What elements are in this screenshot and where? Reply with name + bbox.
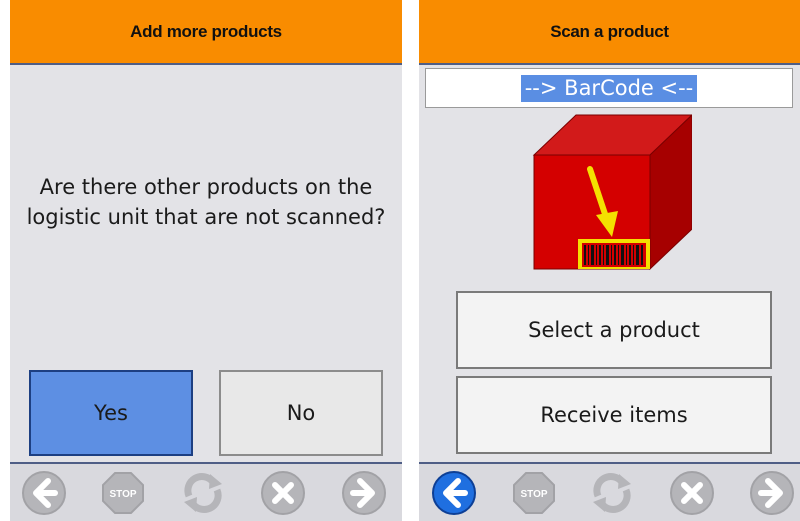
- bottom-nav-bar: STOP: [10, 462, 402, 521]
- refresh-icon[interactable]: [180, 470, 226, 516]
- barcode-input[interactable]: --> BarCode <--: [425, 68, 793, 108]
- header: Scan a product: [419, 0, 800, 65]
- header: Add more products: [10, 0, 402, 65]
- barcode-value: --> BarCode <--: [520, 74, 698, 102]
- cancel-icon[interactable]: [669, 470, 715, 516]
- svg-text:STOP: STOP: [520, 489, 547, 500]
- back-arrow-icon[interactable]: [431, 470, 477, 516]
- stop-icon[interactable]: STOP: [100, 470, 146, 516]
- refresh-icon[interactable]: [589, 470, 635, 516]
- forward-arrow-icon[interactable]: [749, 470, 795, 516]
- back-arrow-icon[interactable]: [21, 470, 67, 516]
- yes-button[interactable]: Yes: [29, 370, 193, 456]
- stop-icon[interactable]: STOP: [511, 470, 557, 516]
- forward-arrow-icon[interactable]: [341, 470, 387, 516]
- no-button[interactable]: No: [219, 370, 383, 456]
- receive-items-button[interactable]: Receive items: [456, 376, 772, 454]
- add-more-products-screen: Add more products Are there other produc…: [10, 0, 402, 521]
- barcode-box-icon: [526, 113, 694, 277]
- bottom-nav-bar: STOP: [419, 462, 800, 521]
- cancel-icon[interactable]: [260, 470, 306, 516]
- svg-text:STOP: STOP: [109, 489, 136, 500]
- scan-product-screen: Scan a product --> BarCode <-- Select a …: [419, 0, 800, 521]
- screen-title: Add more products: [130, 21, 282, 41]
- screen-title: Scan a product: [550, 21, 669, 41]
- select-product-button[interactable]: Select a product: [456, 291, 772, 369]
- question-text: Are there other products on the logistic…: [26, 175, 386, 229]
